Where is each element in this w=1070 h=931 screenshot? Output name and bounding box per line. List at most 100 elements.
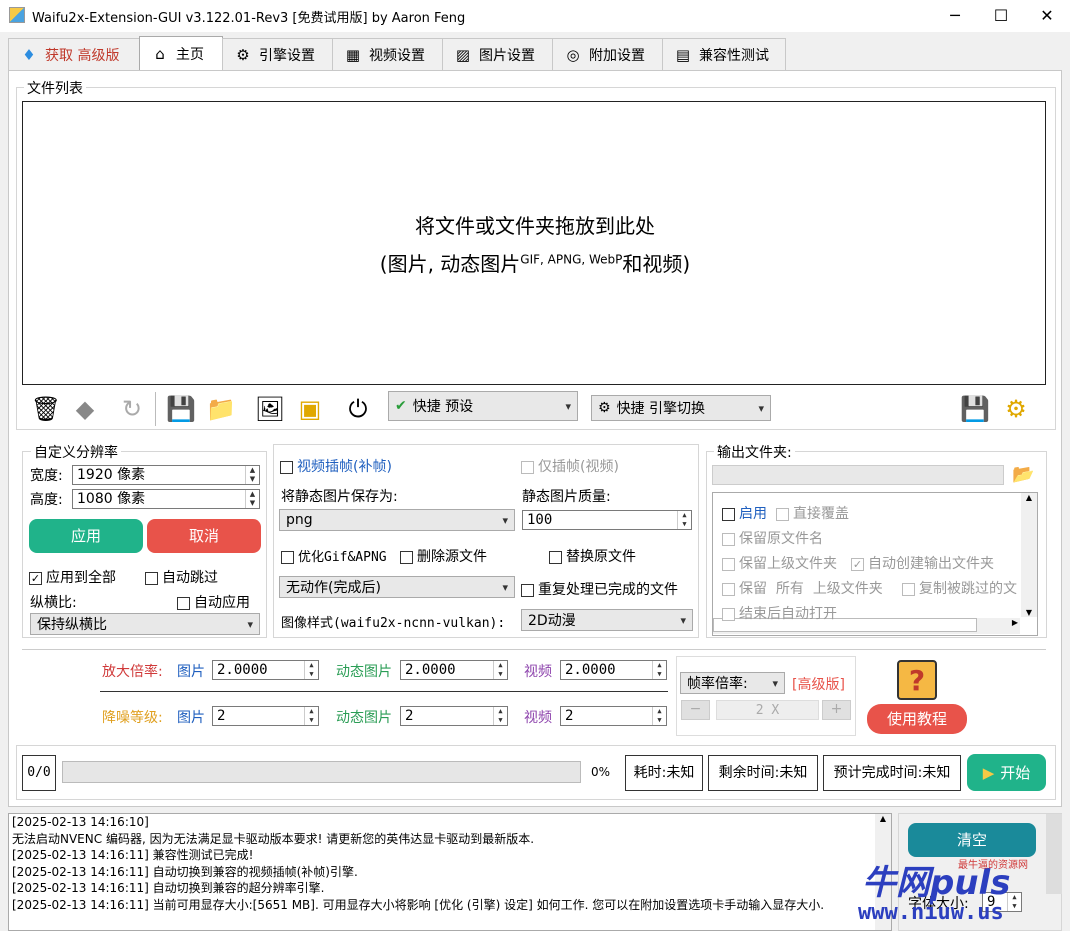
output-scrollbar[interactable]: ▲ ▼	[1021, 493, 1037, 617]
reload-icon[interactable]: ↻	[113, 390, 151, 428]
premium-label: [高级版]	[792, 677, 845, 693]
width-input[interactable]: 1920 像素 ▲ ▼	[72, 465, 260, 485]
chevron-down-icon: ▾	[772, 676, 778, 690]
engine-switch-select[interactable]: ⚙ 快捷 引擎切换 ▾	[591, 395, 771, 421]
denoise-image-input[interactable]: 2 ▲ ▼	[212, 706, 319, 726]
denoise-video-label: 视频	[524, 710, 552, 726]
tab-image-settings[interactable]: ▨ 图片设置	[442, 38, 553, 70]
apply-button[interactable]: 应用	[29, 519, 143, 553]
engine-icon: ⚙	[236, 45, 250, 64]
aspect-select[interactable]: 保持纵横比 ▾	[30, 613, 260, 635]
scale-image-input[interactable]: 2.0000 ▲ ▼	[212, 660, 319, 680]
save-format-select[interactable]: png ▾	[279, 509, 515, 531]
height-spinner[interactable]: ▲ ▼	[245, 490, 259, 508]
maximize-button[interactable]: ☐	[978, 0, 1024, 32]
delete-source-checkbox[interactable]: 删除源文件	[400, 546, 487, 566]
drop-hint-line2: (图片, 动态图片GIF, APNG, WebP和视频)	[379, 252, 691, 276]
fps-select[interactable]: 帧率倍率: ▾	[680, 672, 785, 694]
file-list-title: 文件列表	[24, 78, 86, 98]
custom-res-title: 自定义分辨率	[31, 442, 121, 462]
video-interp-checkbox[interactable]: 视频插帧(补帧)	[280, 456, 392, 476]
toolbar-divider	[155, 392, 156, 426]
load-list-icon[interactable]: 📁	[202, 390, 240, 428]
app-icon	[9, 7, 25, 23]
auto-skip-checkbox[interactable]: 自动跳过	[145, 567, 218, 587]
eraser-icon[interactable]: ◆	[66, 390, 104, 428]
file-drop-zone[interactable]: 将文件或文件夹拖放到此处 (图片, 动态图片GIF, APNG, WebP和视频…	[22, 101, 1046, 385]
tab-engine-settings[interactable]: ⚙ 引擎设置	[222, 38, 333, 70]
save-list-icon[interactable]: 💾	[162, 390, 200, 428]
auto-apply-checkbox[interactable]: 自动应用	[177, 592, 250, 612]
tab-compat-test[interactable]: ▤ 兼容性测试	[662, 38, 786, 70]
start-button[interactable]: ▶ 开始	[967, 754, 1046, 791]
scale-video-input[interactable]: 2.0000 ▲ ▼	[560, 660, 667, 680]
chevron-down-icon: ▾	[247, 617, 253, 631]
denoise-image-label: 图片	[177, 710, 205, 726]
eta-time: 预计完成时间:未知	[823, 755, 961, 791]
title-bar: Waifu2x-Extension-GUI v3.122.01-Rev3 [免费…	[0, 0, 1070, 32]
save-settings-icon[interactable]: 💾	[956, 390, 994, 428]
apply-all-checkbox[interactable]: ✓ 应用到全部	[29, 567, 116, 587]
denoise-anim-input[interactable]: 2 ▲ ▼	[400, 706, 508, 726]
replace-source-checkbox[interactable]: 替换原文件	[549, 546, 636, 566]
tab-home[interactable]: ⌂ 主页	[139, 36, 223, 70]
image-style-select[interactable]: 2D动漫 ▾	[521, 609, 693, 631]
scroll-down-icon[interactable]: ▼	[1021, 608, 1037, 617]
copy-skipped-checkbox: 复制被跳过的文	[902, 578, 1020, 598]
tab-additional-settings[interactable]: ◎ 附加设置	[552, 38, 663, 70]
quality-label: 静态图片质量:	[522, 489, 611, 505]
scale-label: 放大倍率:	[102, 664, 163, 680]
chevron-down-icon: ▾	[758, 401, 764, 415]
checkbox-checked-icon: ✓	[29, 571, 42, 585]
width-spinner[interactable]: ▲ ▼	[245, 466, 259, 484]
preset-select[interactable]: ✔ 快捷 预设 ▾	[388, 391, 578, 421]
elapsed-time: 耗时:未知	[625, 755, 703, 791]
scale-anim-input[interactable]: 2.0000 ▲ ▼	[400, 660, 508, 680]
quality-spinner[interactable]: ▲ ▼	[677, 511, 691, 529]
progress-percent: 0%	[591, 765, 611, 779]
help-question-icon[interactable]: ?	[897, 660, 937, 700]
tutorial-button[interactable]: 使用教程	[867, 704, 967, 734]
quality-input[interactable]: 100 ▲ ▼	[522, 510, 692, 530]
home-icon: ⌂	[155, 44, 165, 63]
folder-open-icon[interactable]: 📂	[1012, 464, 1034, 485]
denoise-label: 降噪等级:	[102, 710, 163, 726]
tab-get-premium[interactable]: ♦ 获取 高级版	[8, 38, 140, 70]
scroll-up-icon[interactable]: ▲	[1021, 493, 1037, 502]
trash-icon[interactable]: 🗑	[27, 390, 65, 428]
log-line: [2025-02-13 14:16:11] 自动切换到兼容的视频插帧(补帧)引擎…	[12, 864, 358, 879]
side-scrollbar[interactable]	[1046, 814, 1062, 894]
scroll-up-icon[interactable]: ▲	[875, 814, 891, 823]
tab-bar: ♦ 获取 高级版 ⌂ 主页 ⚙ 引擎设置 ▦ 视频设置 ▨ 图片设置 ◎ 附加设置 ▤ 兼容性…	[8, 36, 786, 70]
fps-minus-button[interactable]: −	[681, 700, 710, 720]
output-path-input[interactable]	[712, 465, 1004, 485]
scale-image-label: 图片	[177, 664, 205, 680]
close-button[interactable]: ✕	[1024, 0, 1070, 32]
height-input[interactable]: 1080 像素 ▲ ▼	[72, 489, 260, 509]
reprocess-checkbox[interactable]: 重复处理已完成的文件	[521, 579, 678, 599]
settings-book-icon[interactable]: ⚙	[997, 390, 1035, 428]
chevron-down-icon: ▾	[680, 613, 686, 627]
cancel-button[interactable]: 取消	[147, 519, 261, 553]
fps-group	[676, 656, 856, 736]
remaining-time: 剩余时间:未知	[708, 755, 818, 791]
after-action-select[interactable]: 无动作(完成后) ▾	[279, 576, 515, 598]
log-line: [2025-02-13 14:16:10]	[12, 815, 149, 829]
monitor-power-icon[interactable]: ⏻	[339, 390, 377, 428]
scale-anim-label: 动态图片	[336, 664, 392, 680]
add-image-icon[interactable]: 🖼	[251, 390, 289, 428]
settings-icon: ◎	[566, 45, 580, 64]
minimize-button[interactable]: ─	[932, 0, 978, 32]
window-title: Waifu2x-Extension-GUI v3.122.01-Rev3 [免费…	[32, 11, 466, 26]
fps-plus-button[interactable]: +	[822, 700, 851, 720]
keep-name-checkbox: 保留原文件名	[722, 528, 823, 548]
clear-log-button[interactable]: 清空	[908, 823, 1036, 857]
add-video-icon[interactable]: ▣	[291, 390, 329, 428]
optimize-gif-checkbox[interactable]: 优化Gif&APNG	[281, 546, 387, 565]
tab-video-settings[interactable]: ▦ 视频设置	[332, 38, 443, 70]
scroll-right-icon[interactable]: ▶	[1012, 618, 1018, 627]
denoise-video-input[interactable]: 2 ▲ ▼	[560, 706, 667, 726]
output-folder-title: 输出文件夹:	[714, 442, 795, 462]
output-enable-checkbox[interactable]: 启用	[722, 503, 767, 523]
image-style-label: 图像样式(waifu2x-ncnn-vulkan):	[281, 616, 506, 631]
